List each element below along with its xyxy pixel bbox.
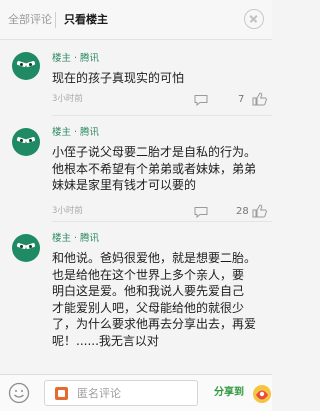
comment-author[interactable]: 楼主 · 腾讯 xyxy=(52,127,99,139)
comment-author[interactable]: 楼主 · 腾讯 xyxy=(52,53,99,65)
comment-tab-bar: 全部评论 只看楼主 xyxy=(0,0,272,40)
comment-input-placeholder: 匿名评论 xyxy=(77,387,121,400)
comment-text: 和他说。爸妈很爱他，就是想要二胎。 也是给他在这个世界上多个亲人，要 明白这是爱… xyxy=(52,251,257,348)
tab-all-comments[interactable]: 全部评论 xyxy=(8,13,52,27)
close-icon[interactable] xyxy=(244,9,264,29)
comment-item: 楼主 · 腾讯 和他说。爸妈很爱他，就是想要二胎。 也是给他在这个世界上多个亲人… xyxy=(0,222,272,374)
share-label[interactable]: 分享到 xyxy=(214,387,244,399)
avatar[interactable] xyxy=(12,52,40,80)
comment-icon xyxy=(55,387,68,400)
comment-text: 小侄子说父母要二胎才是自私的行为。 他根本不希望有个弟弟或者妹妹，弟弟 妹妹是家… xyxy=(52,145,257,192)
bottom-comment-bar: 匿名评论 分享到 xyxy=(0,374,272,411)
comment-time: 3小时前 xyxy=(52,94,83,104)
avatar[interactable] xyxy=(12,234,40,262)
like-count: 7 xyxy=(238,94,245,105)
comment-item: 楼主 · 腾讯 现在的孩子真现实的可怕 3小时前 7 xyxy=(0,40,272,116)
tab-divider xyxy=(55,12,56,28)
comment-item: 楼主 · 腾讯 小侄子说父母要二胎才是自私的行为。 他根本不希望有个弟弟或者妹妹… xyxy=(0,116,272,222)
comment-text: 现在的孩子真现实的可怕 xyxy=(52,71,185,85)
share-app-icon[interactable] xyxy=(252,383,272,405)
comment-author[interactable]: 楼主 · 腾讯 xyxy=(52,233,99,245)
comment-time: 3小时前 xyxy=(52,206,83,216)
reply-icon[interactable] xyxy=(194,94,208,106)
comment-input[interactable]: 匿名评论 xyxy=(44,380,198,406)
reply-icon[interactable] xyxy=(194,206,208,218)
tab-host-only[interactable]: 只看楼主 xyxy=(64,13,108,27)
like-icon[interactable] xyxy=(252,92,268,106)
emoji-icon[interactable] xyxy=(8,382,30,404)
like-count: 28 xyxy=(236,206,249,217)
avatar[interactable] xyxy=(12,128,40,156)
like-icon[interactable] xyxy=(252,204,268,218)
